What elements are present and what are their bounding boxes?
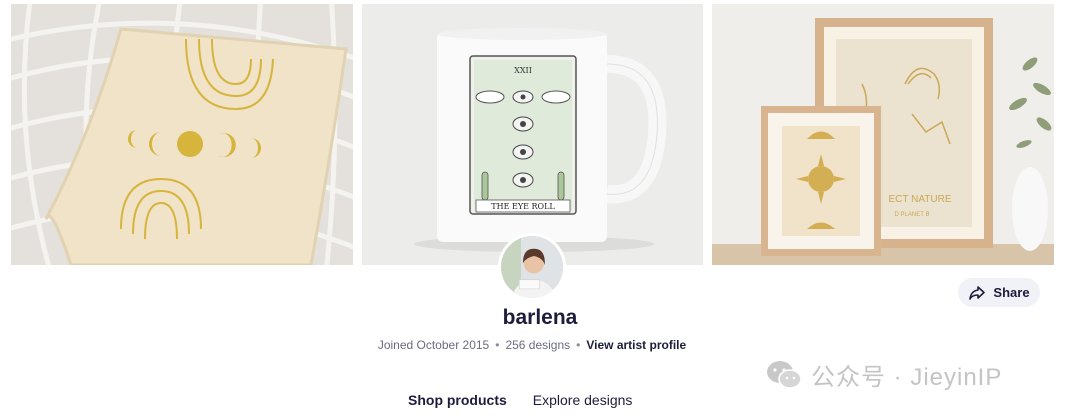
artist-avatar[interactable] [498,233,566,301]
tab-explore-designs[interactable]: Explore designs [533,392,633,417]
design-count: 256 designs [505,338,571,352]
view-artist-profile-link[interactable]: View artist profile [586,338,686,352]
svg-text:THE EYE ROLL: THE EYE ROLL [491,202,555,211]
watermark-text: 公众号 · JieyinIP [811,364,1003,391]
joined-date: Joined October 2015 [377,338,490,352]
artist-meta: Joined October 2015 • 256 designs • View… [0,338,1064,352]
artist-username: barlena [502,306,578,329]
tab-shop-products[interactable]: Shop products [408,392,507,417]
separator-dot: • [576,338,581,352]
svg-text:D PLANET B: D PLANET B [895,212,930,218]
share-arrow-icon [969,285,986,300]
share-button[interactable]: Share [958,278,1040,307]
wechat-icon [767,360,802,389]
banner-image-pillow[interactable] [11,4,353,265]
svg-text:XXII: XXII [514,66,532,75]
share-label: Share [993,285,1030,300]
watermark: 公众号 · JieyinIP [765,357,1002,392]
svg-text:ECT NATURE: ECT NATURE [889,194,952,205]
banner-image-mug[interactable]: XXII THE EYE ROLL [362,4,703,265]
banner-gallery: XXII THE EYE ROLL ECT NATURE D PLANET B [11,4,1054,265]
banner-image-frames[interactable]: ECT NATURE D PLANET B [712,4,1054,265]
profile-tabs: Shop products Explore designs [408,392,632,417]
separator-dot: • [495,338,500,352]
